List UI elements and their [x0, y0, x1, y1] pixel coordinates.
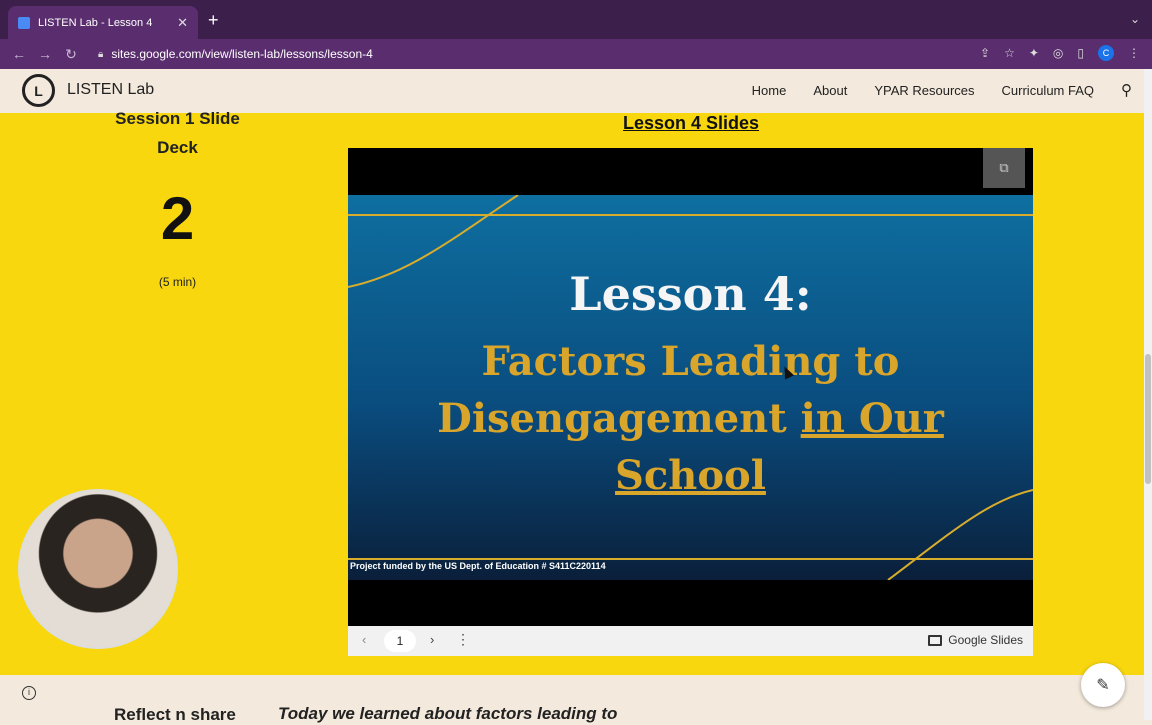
deck-title: Session 1 Slide Deck [115, 109, 240, 157]
slides-embed[interactable]: ⧉ Lesson 4: Factors Leading to Disengage… [348, 148, 1033, 656]
page-scrollbar[interactable] [1144, 69, 1152, 720]
slides-icon [928, 634, 943, 646]
slide-heading: Lesson 4: [569, 267, 812, 321]
nav-ypar-resources[interactable]: YPAR Resources [874, 83, 974, 98]
nav-about[interactable]: About [813, 83, 847, 98]
share-icon[interactable]: ⇪ [980, 46, 990, 60]
toolbar-actions: ⇪ ☆ ✦ ◎ ▯ C ⋮ [980, 45, 1140, 61]
url-text: sites.google.com/view/listen-lab/lessons… [111, 47, 373, 61]
slide-top-line [348, 214, 1033, 216]
scrollbar-thumb[interactable] [1145, 354, 1151, 484]
browser-tab-strip: LISTEN Lab - Lesson 4 ✕ + ⌄ [0, 0, 1152, 39]
reflect-section: i Reflect n share Today we learned about… [0, 675, 1144, 724]
today-text: Today we learned about factors leading t… [278, 704, 618, 723]
site-logo[interactable]: L [22, 74, 55, 107]
slide-subtitle-line1: Factors Leading to [481, 338, 900, 385]
side-panel-icon[interactable]: ▯ [1077, 46, 1084, 60]
close-tab-icon[interactable]: ✕ [177, 15, 188, 31]
slide-footer: Project funded by the US Dept. of Educat… [350, 561, 606, 571]
reflect-heading: Reflect n share [114, 705, 236, 724]
previous-slide-icon[interactable]: ‹ [362, 632, 366, 647]
forward-icon[interactable]: → [38, 46, 52, 62]
next-slide-icon[interactable]: › [430, 632, 434, 647]
slide-subtitle-line2: Disengagement in Our [348, 390, 1033, 447]
site-favicon-icon [18, 16, 30, 29]
site-nav: Home About YPAR Resources Curriculum FAQ [752, 83, 1094, 98]
chevron-down-icon[interactable]: ⌄ [1130, 12, 1140, 26]
slide-subtitle: Factors Leading to Disengagement in Our … [348, 333, 1033, 504]
extensions-icon[interactable]: ✦ [1029, 46, 1039, 60]
session-info: Session 1 Slide Deck 2 (5 min) [100, 109, 255, 289]
tab-title: LISTEN Lab - Lesson 4 [38, 16, 153, 29]
slide-subtitle-line2a: Disengagement [437, 395, 801, 442]
session-number: 2 [160, 185, 195, 252]
session-duration: (5 min) [158, 275, 197, 289]
menu-kebab-icon[interactable]: ⋮ [1128, 46, 1140, 60]
webcam-overlay [18, 489, 178, 649]
nav-curriculum-faq[interactable]: Curriculum FAQ [1002, 83, 1094, 98]
reload-icon[interactable]: ↻ [64, 46, 78, 63]
lock-icon[interactable]: 🔒︎ [98, 49, 103, 60]
google-slides-link[interactable]: Google Slides [928, 633, 1023, 647]
slide-page-number[interactable]: 1 [384, 630, 416, 652]
more-options-icon[interactable]: ⋮ [456, 631, 470, 648]
slide-subtitle-line3: School [615, 452, 766, 499]
lesson-slides-link[interactable]: Lesson 4 Slides [623, 113, 759, 134]
site-name[interactable]: LISTEN Lab [67, 81, 154, 99]
bookmark-star-icon[interactable]: ☆ [1004, 46, 1015, 60]
search-icon[interactable]: ⚲ [1121, 81, 1132, 99]
address-bar[interactable]: 🔒︎ sites.google.com/view/listen-lab/less… [88, 42, 1088, 66]
browser-toolbar: ← → ↻ 🔒︎ sites.google.com/view/listen-la… [0, 39, 1152, 69]
slides-control-bar: ‹ 1 › ⋮ Google Slides [348, 626, 1033, 656]
new-tab-icon[interactable]: + [208, 10, 219, 31]
nav-home[interactable]: Home [752, 83, 787, 98]
slide-bottom-line [348, 558, 1033, 560]
profile-avatar[interactable]: C [1098, 45, 1114, 61]
back-icon[interactable]: ← [12, 46, 26, 62]
extension-icon[interactable]: ◎ [1053, 46, 1063, 60]
edit-pencil-icon[interactable]: ✎ [1081, 663, 1125, 707]
browser-tab[interactable]: LISTEN Lab - Lesson 4 ✕ [8, 6, 198, 39]
open-in-new-icon[interactable]: ⧉ [983, 148, 1025, 188]
slide-canvas[interactable]: Lesson 4: Factors Leading to Disengageme… [348, 195, 1033, 580]
info-icon[interactable]: i [22, 686, 36, 700]
brand-label: Google Slides [948, 633, 1023, 647]
slide-subtitle-line2b: in Our [800, 395, 944, 442]
